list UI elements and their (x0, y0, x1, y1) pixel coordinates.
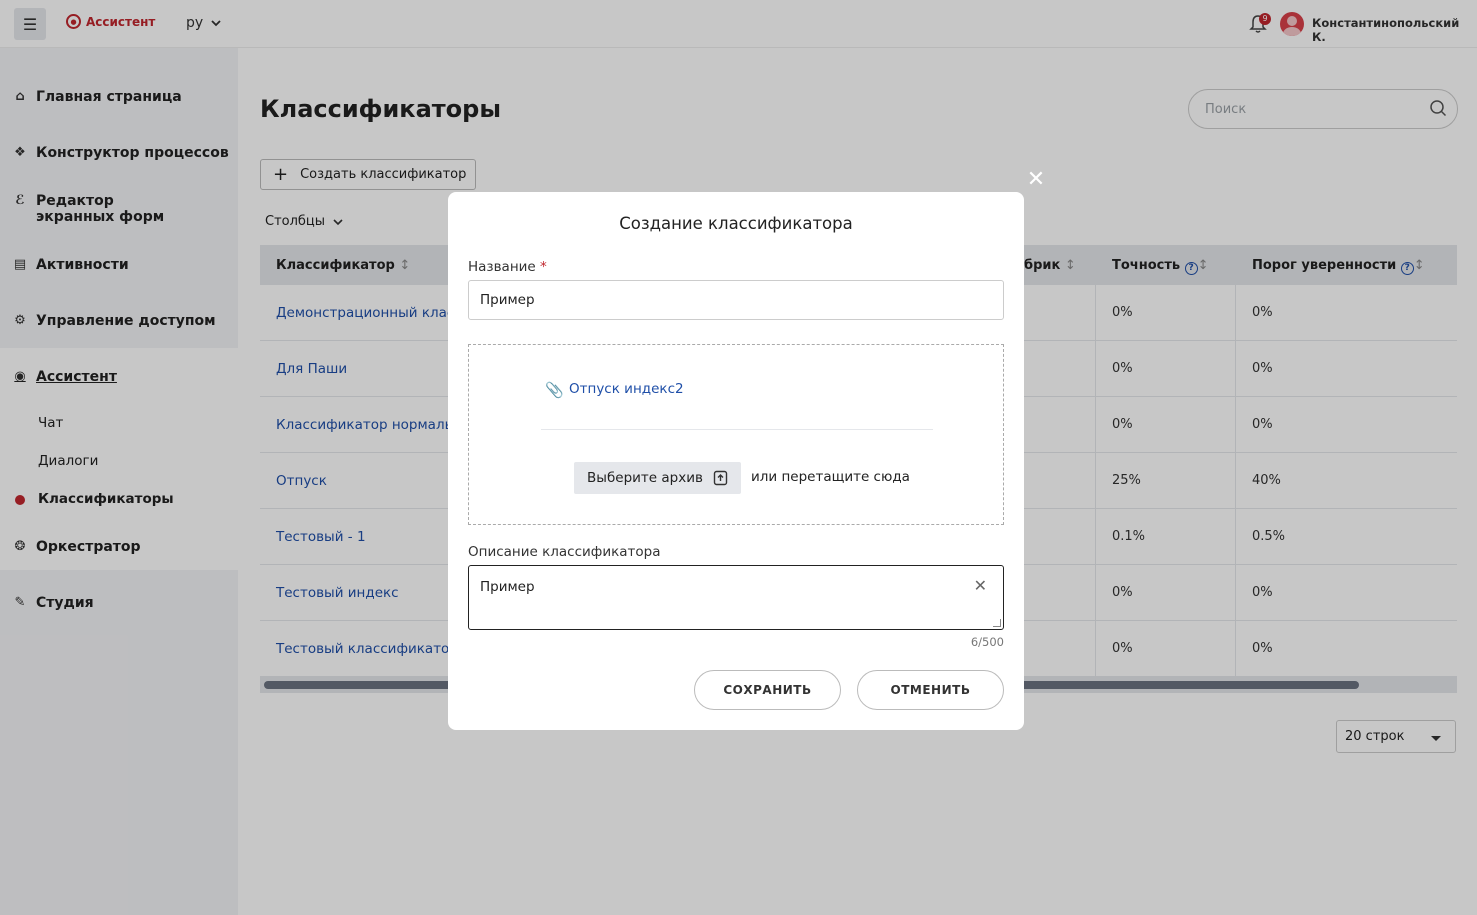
description-label: Описание классификатора (468, 544, 661, 560)
cancel-button[interactable]: ОТМЕНИТЬ (857, 670, 1004, 710)
required-marker: * (540, 259, 547, 275)
choose-archive-button[interactable]: Выберите архив (574, 462, 741, 494)
attached-file[interactable]: 📎 Отпуск индекс2 (545, 381, 684, 399)
close-icon[interactable]: ✕ (1025, 169, 1047, 191)
character-counter: 6/500 (970, 635, 1004, 649)
drag-hint: или перетащите сюда (751, 469, 910, 485)
dropzone-divider (541, 429, 933, 430)
description-value: Пример (480, 579, 535, 595)
file-dropzone[interactable]: 📎 Отпуск индекс2 Выберите архив или пере… (468, 344, 1004, 525)
name-input[interactable]: Пример (468, 280, 1004, 320)
choose-archive-label: Выберите архив (587, 470, 703, 486)
attached-file-name[interactable]: Отпуск индекс2 (569, 381, 684, 397)
name-label-text: Название (468, 259, 536, 275)
description-textarea[interactable]: Пример ✕ (468, 565, 1004, 630)
resize-handle[interactable] (993, 619, 1001, 627)
create-classifier-dialog: Создание классификатора Название * Приме… (448, 192, 1024, 730)
name-label: Название * (468, 259, 547, 275)
save-button[interactable]: СОХРАНИТЬ (694, 670, 841, 710)
dialog-title: Создание классификатора (619, 214, 853, 233)
upload-file-icon (713, 470, 728, 486)
paperclip-icon: 📎 (545, 381, 564, 399)
clear-icon[interactable]: ✕ (974, 576, 987, 595)
